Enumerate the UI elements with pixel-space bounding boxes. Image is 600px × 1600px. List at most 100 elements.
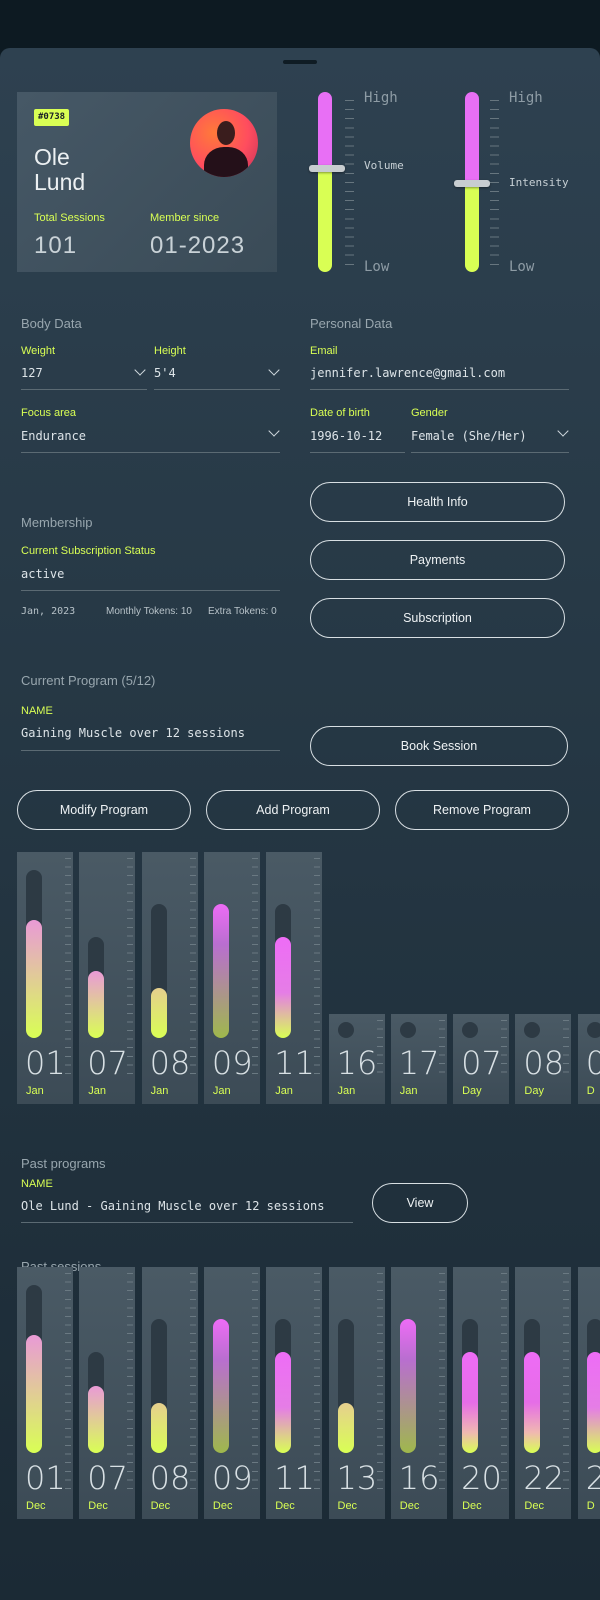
height-select[interactable]: 5'4	[154, 366, 176, 380]
session-column[interactable]: 08 Dec	[141, 1267, 198, 1519]
view-button[interactable]: View	[372, 1183, 468, 1223]
dob-field[interactable]: 1996-10-12	[310, 429, 382, 443]
modify-program-button[interactable]: Modify Program	[17, 790, 191, 830]
extra-tokens: Extra Tokens: 0	[208, 606, 277, 617]
session-day: 01	[25, 1044, 66, 1082]
session-column[interactable]: 09 Dec	[203, 1267, 260, 1519]
profile-card: #0738 Ole Lund Total Sessions 101 Member…	[17, 92, 277, 272]
intensity-slider-lower	[465, 184, 479, 272]
session-month: Jan	[399, 1085, 418, 1097]
intensity-ticks	[490, 100, 499, 266]
past-program-name-label: NAME	[21, 1178, 53, 1190]
column-ticks	[189, 858, 196, 1074]
health-info-button[interactable]: Health Info	[310, 482, 565, 522]
column-ticks	[189, 1273, 196, 1489]
gender-chevron-down-icon[interactable]	[557, 425, 569, 437]
profile-panel: #0738 Ole Lund Total Sessions 101 Member…	[0, 48, 600, 1600]
pending-dot-icon	[399, 1022, 416, 1038]
weight-select[interactable]: 127	[21, 366, 43, 380]
email-label: Email	[310, 345, 338, 357]
session-column[interactable]: 16 Dec	[390, 1267, 447, 1519]
intensity-high-label: High	[509, 90, 543, 106]
session-column[interactable]: 01 Dec	[17, 1267, 73, 1519]
column-ticks	[65, 858, 71, 1074]
focus-area-chevron-down-icon[interactable]	[268, 425, 280, 437]
volume-slider-lower	[318, 168, 332, 272]
session-fill	[524, 1352, 541, 1453]
session-fill	[586, 1352, 600, 1453]
session-column[interactable]: 07 Dec	[79, 1267, 136, 1519]
column-ticks	[127, 1273, 134, 1489]
session-column[interactable]: 2D	[577, 1267, 600, 1519]
session-fill	[337, 1402, 354, 1453]
session-fill	[275, 937, 292, 1038]
book-session-button[interactable]: Book Session	[310, 726, 568, 766]
membership-title: Membership	[21, 515, 93, 530]
past-program-name: Ole Lund - Gaining Muscle over 12 sessio…	[21, 1199, 325, 1213]
session-column[interactable]: 13 Dec	[328, 1267, 385, 1519]
member-since-label: Member since	[150, 212, 220, 224]
session-day: 09	[211, 1044, 253, 1082]
intensity-slider-thumb[interactable]	[454, 180, 490, 187]
total-sessions-label: Total Sessions	[34, 212, 105, 224]
session-column[interactable]: 22 Dec	[515, 1267, 572, 1519]
session-column[interactable]: 01 Jan	[17, 852, 73, 1104]
session-fill	[399, 1318, 416, 1453]
column-ticks	[251, 858, 258, 1074]
height-label: Height	[154, 345, 186, 357]
session-column[interactable]: 11 Jan	[266, 852, 323, 1104]
height-chevron-down-icon[interactable]	[268, 364, 280, 376]
member-since-value: 01-2023	[150, 232, 246, 259]
payments-button[interactable]: Payments	[310, 540, 565, 580]
current-program-name-label: NAME	[21, 705, 53, 717]
past-program-underline	[21, 1222, 353, 1223]
focus-area-select[interactable]: Endurance	[21, 429, 86, 443]
subscription-button[interactable]: Subscription	[310, 598, 565, 638]
add-program-button[interactable]: Add Program	[206, 790, 380, 830]
session-month: Dec	[524, 1500, 544, 1512]
session-day: 08	[149, 1044, 191, 1082]
intensity-slider-upper	[465, 92, 479, 184]
session-column[interactable]: 20 Dec	[453, 1267, 510, 1519]
intensity-low-label: Low	[509, 259, 535, 275]
monthly-tokens: Monthly Tokens: 10	[106, 606, 192, 617]
gender-select[interactable]: Female (She/Her)	[411, 429, 527, 443]
volume-ticks	[345, 100, 354, 266]
column-ticks	[438, 1273, 445, 1489]
session-column[interactable]: 09 Jan	[203, 852, 260, 1104]
member-id-badge: #0738	[34, 109, 70, 126]
session-column[interactable]: 07 Day	[453, 1014, 510, 1104]
session-column[interactable]: 07 Jan	[79, 852, 136, 1104]
subscription-status-underline	[21, 590, 280, 591]
session-column[interactable]: 16 Jan	[328, 1014, 385, 1104]
session-month: Dec	[26, 1500, 46, 1512]
column-ticks	[376, 1020, 383, 1074]
session-day: 08	[523, 1044, 565, 1082]
session-column[interactable]: 08 Day	[515, 1014, 572, 1104]
session-month: Dec	[399, 1500, 420, 1512]
drag-handle[interactable]	[283, 60, 317, 64]
session-month: Jan	[150, 1085, 169, 1097]
session-fill	[88, 1385, 105, 1453]
session-month: Jan	[275, 1085, 293, 1097]
membership-date: Jan, 2023	[21, 606, 76, 617]
volume-slider-thumb[interactable]	[309, 165, 345, 172]
session-day: 07	[87, 1044, 129, 1082]
remove-program-button[interactable]: Remove Program	[395, 790, 569, 830]
avatar-head	[217, 121, 235, 145]
session-month: Dec	[150, 1500, 171, 1512]
session-month: Dec	[337, 1500, 358, 1512]
session-day: 11	[274, 1459, 315, 1497]
weight-chevron-down-icon[interactable]	[134, 364, 146, 376]
session-column[interactable]: 11 Dec	[266, 1267, 323, 1519]
session-column[interactable]: 17 Jan	[390, 1014, 447, 1104]
session-column[interactable]: 0D	[577, 1014, 600, 1104]
email-field[interactable]: jennifer.lawrence@gmail.com	[310, 366, 505, 380]
gender-underline	[411, 452, 569, 453]
volume-slider[interactable]	[318, 92, 332, 272]
dob-underline	[310, 452, 405, 453]
session-column[interactable]: 08 Jan	[141, 852, 198, 1104]
session-month: D	[586, 1085, 595, 1097]
session-fill	[150, 987, 167, 1038]
session-day: 0	[585, 1044, 600, 1082]
